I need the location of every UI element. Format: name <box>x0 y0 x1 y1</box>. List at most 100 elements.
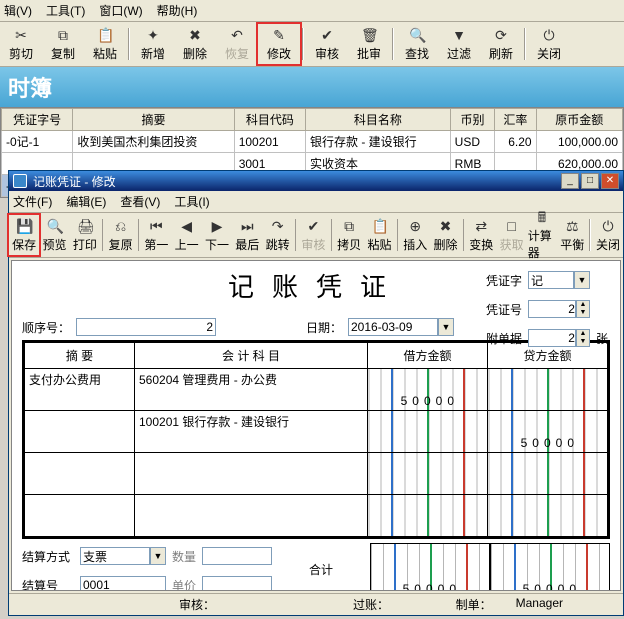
col-summary: 摘 要 <box>25 343 135 369</box>
menu-item[interactable]: 辑(V) <box>4 2 32 19</box>
qty-input[interactable] <box>202 547 272 565</box>
保存-button[interactable]: 💾保存 <box>9 215 39 255</box>
chevron-down-icon[interactable]: ▼ <box>438 318 454 336</box>
settle-no-input[interactable] <box>80 576 166 591</box>
seq-label: 顺序号： <box>22 319 70 336</box>
最后-button[interactable]: ⏭最后 <box>232 215 262 255</box>
attach-count-input[interactable] <box>528 329 576 347</box>
关闭-icon: ⏻ <box>541 27 557 43</box>
voucher-row[interactable]: 支付办公费用560204 管理费用 - 办公费50000 <box>25 369 608 411</box>
关闭-button[interactable]: ⏻关闭 <box>593 215 623 255</box>
删除-button[interactable]: ✖删除 <box>174 24 216 64</box>
date-input[interactable] <box>348 318 438 336</box>
修改-button[interactable]: ✎修改 <box>258 24 300 64</box>
app-icon <box>13 174 27 188</box>
粘贴-icon: 📋 <box>371 218 387 234</box>
post-label: 过账： <box>353 596 389 613</box>
maker-label: 制单： <box>456 596 492 613</box>
审核-button[interactable]: ✔审核 <box>306 24 348 64</box>
打印-icon: 🖨 <box>77 218 93 234</box>
qty-label: 数量 <box>172 548 196 565</box>
settle-mode-select[interactable] <box>80 547 150 565</box>
查找-button[interactable]: 🔍查找 <box>396 24 438 64</box>
table-row[interactable]: -0记-1收到美国杰利集团投资100201银行存款 - 建设银行USD6.201… <box>2 131 623 153</box>
刷新-button[interactable]: ⟳刷新 <box>480 24 522 64</box>
复原-button[interactable]: ⎌复原 <box>105 215 135 255</box>
批审-button[interactable]: 🗑批审 <box>348 24 390 64</box>
跳转-button[interactable]: ↷跳转 <box>262 215 292 255</box>
maximize-button[interactable]: □ <box>581 173 599 189</box>
voucher-no-label: 凭证号 <box>486 301 522 318</box>
grid-col[interactable]: 汇率 <box>495 109 536 131</box>
平衡-button[interactable]: ⚖平衡 <box>557 215 587 255</box>
打印-button[interactable]: 🖨打印 <box>70 215 100 255</box>
voucher-word-select[interactable] <box>528 271 574 289</box>
spin-buttons[interactable]: ▲▼ <box>576 329 590 347</box>
menu-item[interactable]: 编辑(E) <box>66 193 106 210</box>
下一-icon: ▶ <box>209 218 225 234</box>
grid-col[interactable]: 摘要 <box>73 109 234 131</box>
menu-item[interactable]: 查看(V) <box>120 193 160 210</box>
粘贴-button[interactable]: 📋粘贴 <box>364 215 394 255</box>
审核-icon: ✔ <box>305 218 321 234</box>
第一-button[interactable]: ⏮第一 <box>141 215 171 255</box>
voucher-lines-table[interactable]: 摘 要 会 计 科 目 借方金额 贷方金额 支付办公费用560204 管理费用 … <box>22 340 610 539</box>
新增-button[interactable]: ✦新增 <box>132 24 174 64</box>
粘贴-button[interactable]: 📋粘贴 <box>84 24 126 64</box>
保存-icon: 💾 <box>16 218 32 234</box>
voucher-no-input[interactable] <box>528 300 576 318</box>
price-input[interactable] <box>202 576 272 591</box>
main-toolbar: ✂剪切⧉复制📋粘贴✦新增✖删除↶恢复✎修改✔审核🗑批审🔍查找▼过滤⟳刷新⏻关闭 <box>0 22 624 67</box>
menu-item[interactable]: 工具(I) <box>174 193 209 210</box>
复原-icon: ⎌ <box>113 218 129 234</box>
变换-button[interactable]: ⇄变换 <box>466 215 496 255</box>
grid-col[interactable]: 科目名称 <box>306 109 451 131</box>
chevron-down-icon[interactable]: ▼ <box>574 271 590 289</box>
审核-icon: ✔ <box>319 27 335 43</box>
voucher-row[interactable] <box>25 453 608 495</box>
settle-mode-label: 结算方式 <box>22 548 74 565</box>
modal-toolbar: 💾保存🔍预览🖨打印⎌复原⏮第一◀上一▶下一⏭最后↷跳转✔审核⧉拷贝📋粘贴⊕插入✖… <box>9 213 623 258</box>
计算器-button[interactable]: 🖩计算器 <box>527 215 557 255</box>
关闭-button[interactable]: ⏻关闭 <box>528 24 570 64</box>
menu-item[interactable]: 文件(F) <box>13 193 52 210</box>
spin-buttons[interactable]: ▲▼ <box>576 300 590 318</box>
复制-icon: ⧉ <box>55 27 71 43</box>
删除-button[interactable]: ✖删除 <box>430 215 460 255</box>
恢复-button[interactable]: ↶恢复 <box>216 24 258 64</box>
attach-label: 附单据 <box>486 330 522 347</box>
拷贝-icon: ⧉ <box>341 218 357 234</box>
menu-item[interactable]: 工具(T) <box>46 2 85 19</box>
voucher-row[interactable] <box>25 495 608 537</box>
grid-col[interactable]: 凭证字号 <box>2 109 73 131</box>
下一-button[interactable]: ▶下一 <box>202 215 232 255</box>
audit-label: 审核： <box>179 596 215 613</box>
voucher-edit-window: 记账凭证 - 修改 _ □ ✕ 文件(F) 编辑(E) 查看(V) 工具(I) … <box>8 170 624 616</box>
menu-item[interactable]: 窗口(W) <box>99 2 142 19</box>
total-label: 合计 <box>278 543 364 578</box>
审核-button[interactable]: ✔审核 <box>298 215 328 255</box>
minimize-button[interactable]: _ <box>561 173 579 189</box>
menu-item[interactable]: 帮助(H) <box>157 2 198 19</box>
剪切-icon: ✂ <box>13 27 29 43</box>
获取-button[interactable]: □获取 <box>496 215 526 255</box>
上一-button[interactable]: ◀上一 <box>171 215 201 255</box>
拷贝-button[interactable]: ⧉拷贝 <box>334 215 364 255</box>
复制-button[interactable]: ⧉复制 <box>42 24 84 64</box>
剪切-button[interactable]: ✂剪切 <box>0 24 42 64</box>
voucher-word-label: 凭证字 <box>486 272 522 289</box>
grid-col[interactable]: 科目代码 <box>234 109 305 131</box>
插入-button[interactable]: ⊕插入 <box>400 215 430 255</box>
获取-icon: □ <box>504 218 520 234</box>
新增-icon: ✦ <box>145 27 161 43</box>
attach-suffix: 张 <box>596 330 608 347</box>
chevron-down-icon[interactable]: ▼ <box>150 547 166 565</box>
预览-button[interactable]: 🔍预览 <box>39 215 69 255</box>
voucher-row[interactable]: 100201 银行存款 - 建设银行50000 <box>25 411 608 453</box>
grid-col[interactable]: 原币金额 <box>536 109 622 131</box>
seq-input[interactable] <box>76 318 216 336</box>
grid-col[interactable]: 币别 <box>450 109 495 131</box>
过滤-button[interactable]: ▼过滤 <box>438 24 480 64</box>
close-button[interactable]: ✕ <box>601 173 619 189</box>
刷新-icon: ⟳ <box>493 27 509 43</box>
